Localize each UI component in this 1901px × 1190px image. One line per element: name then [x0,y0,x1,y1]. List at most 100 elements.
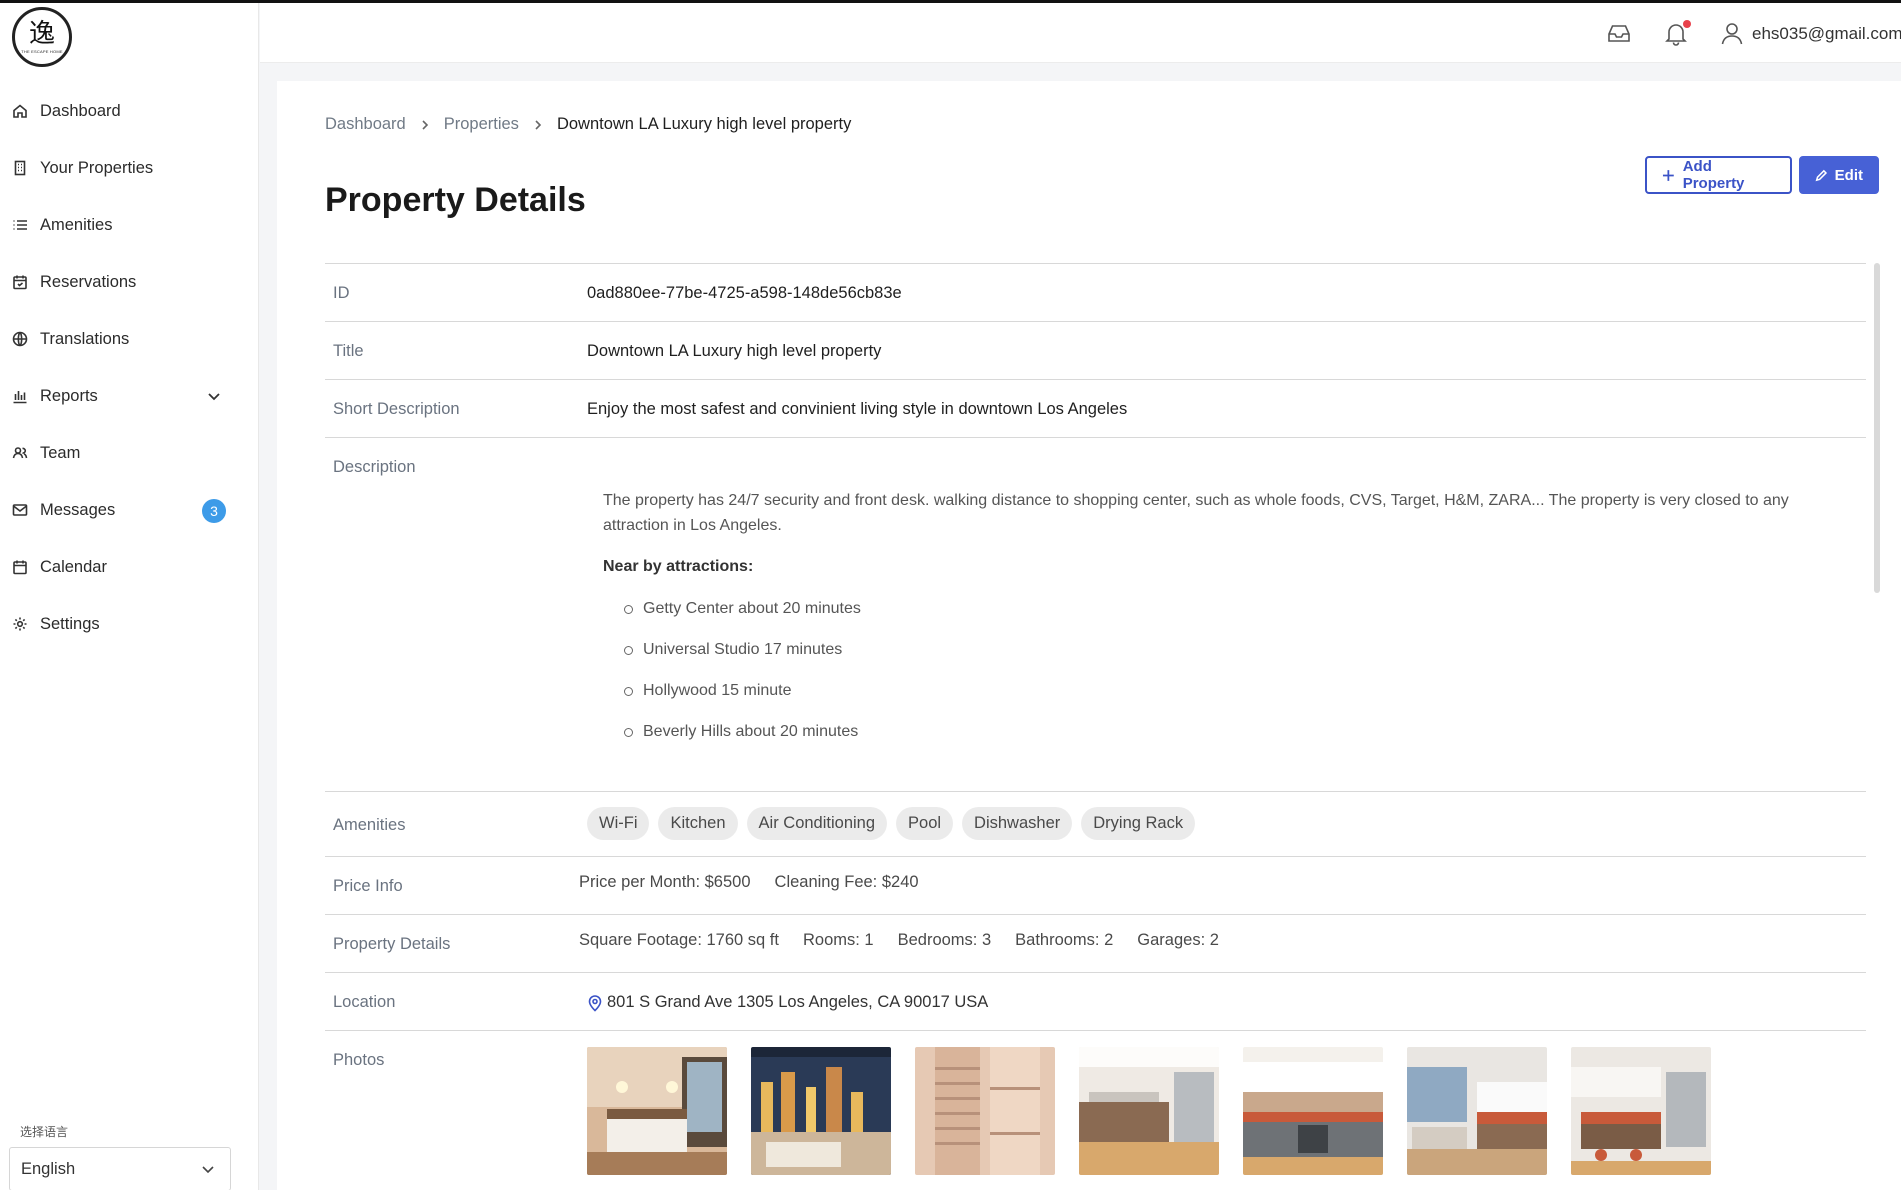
breadcrumb-dashboard[interactable]: Dashboard [325,115,406,134]
location-address: 801 S Grand Ave 1305 Los Angeles, CA 900… [607,993,989,1011]
detail-row-price-info: Price Info Price per Month: $6500 Cleani… [325,857,1866,915]
language-value: English [21,1159,76,1178]
brand-logo[interactable]: 逸 THE ESCAPE HOME [12,7,72,67]
detail-label: Photos [333,1051,385,1069]
pencil-icon [1815,169,1828,181]
price-info-values: Price per Month: $6500 Cleaning Fee: $24… [579,873,943,892]
building-icon [12,160,30,178]
photo-city-view-living-room[interactable] [751,1047,891,1175]
chevron-right-icon [420,119,430,131]
sidebar-item-calendar[interactable]: Calendar [0,539,259,596]
breadcrumb-current: Downtown LA Luxury high level property [556,115,852,133]
photo-kitchen-counter[interactable] [1243,1047,1383,1175]
sidebar-nav: Dashboard Your Properties Amenities Rese… [0,83,259,653]
language-select[interactable]: English [9,1147,231,1190]
nearby-heading: Near by attractions: [603,558,754,575]
inbox-icon[interactable] [1606,20,1634,48]
detail-label: Price Info [333,877,403,895]
detail-row-short-description: Short Description Enjoy the most safest … [325,380,1866,438]
chevron-down-icon [200,1161,216,1177]
square-footage: Square Footage: 1760 sq ft [579,931,779,949]
photo-bedroom[interactable] [587,1047,727,1175]
detail-label: Amenities [333,816,406,834]
user-email[interactable]: ehs035@gmail.com [1752,24,1901,44]
description-body: The property has 24/7 security and front… [603,488,1823,760]
bell-icon[interactable] [1663,20,1691,48]
detail-row-title: Title Downtown LA Luxury high level prop… [325,322,1866,380]
detail-row-description: Description The property has 24/7 securi… [325,438,1866,792]
property-details-card: Dashboard Properties Downtown LA Luxury … [277,81,1901,1190]
photo-kitchen[interactable] [1079,1047,1219,1175]
detail-label: Description [333,458,416,476]
user-icon[interactable] [1719,20,1747,48]
list-item: Beverly Hills about 20 minutes [603,719,1823,760]
photo-gallery [587,1047,1735,1175]
plus-icon [1662,169,1674,181]
breadcrumb-properties[interactable]: Properties [444,115,519,134]
add-property-button[interactable]: Add Property [1645,156,1792,194]
sidebar: 逸 THE ESCAPE HOME Dashboard Your Propert… [0,3,259,1190]
home-icon [12,103,30,121]
sidebar-item-label: Translations [40,330,130,348]
globe-icon [12,331,30,349]
price-per-month: Price per Month: $6500 [579,873,751,891]
photo-closet-shelving[interactable] [915,1047,1055,1175]
sidebar-item-translations[interactable]: Translations [0,311,259,368]
sidebar-item-your-properties[interactable]: Your Properties [0,140,259,197]
cleaning-fee: Cleaning Fee: $240 [774,873,919,891]
calendar-check-icon [12,274,30,292]
unread-count-badge: 3 [202,499,226,523]
detail-row-id: ID 0ad880ee-77be-4725-a598-148de56cb83e [325,264,1866,322]
detail-row-property-details: Property Details Square Footage: 1760 sq… [325,915,1866,973]
amenity-chip: Pool [896,807,954,840]
photo-living-room-kitchen[interactable] [1407,1047,1547,1175]
sidebar-item-amenities[interactable]: Amenities [0,197,259,254]
detail-row-photos: Photos [325,1031,1866,1190]
users-icon [12,445,30,463]
breadcrumb: Dashboard Properties Downtown LA Luxury … [325,115,851,134]
rooms-count: Rooms: 1 [802,931,874,949]
content-scrollbar[interactable] [1874,263,1880,593]
sidebar-item-team[interactable]: Team [0,425,259,482]
edit-button[interactable]: Edit [1799,156,1879,194]
calendar-icon [12,559,30,577]
sidebar-item-reports[interactable]: Reports [0,368,259,425]
detail-row-amenities: Amenities Wi-Fi Kitchen Air Conditioning… [325,792,1866,857]
list-icon [12,217,30,235]
location-value[interactable]: 801 S Grand Ave 1305 Los Angeles, CA 900… [587,993,988,1012]
map-pin-icon [588,994,602,1012]
garages-count: Garages: 2 [1137,931,1219,949]
sidebar-item-label: Calendar [40,558,107,576]
sidebar-item-label: Reports [40,387,98,405]
sidebar-item-messages[interactable]: Messages 3 [0,482,259,539]
property-detail-values: Square Footage: 1760 sq ft Rooms: 1 Bedr… [579,931,1243,950]
list-item: Getty Center about 20 minutes [603,596,1823,637]
nearby-list: Getty Center about 20 minutes Universal … [603,596,1823,760]
amenity-chips: Wi-Fi Kitchen Air Conditioning Pool Dish… [587,807,1204,840]
amenity-chip: Drying Rack [1081,807,1196,840]
photo-kitchen-island[interactable] [1571,1047,1711,1175]
list-item: Universal Studio 17 minutes [603,637,1823,678]
details-table: ID 0ad880ee-77be-4725-a598-148de56cb83e … [325,263,1866,1190]
amenity-chip: Dishwasher [962,807,1073,840]
sidebar-item-dashboard[interactable]: Dashboard [0,83,259,140]
sidebar-item-label: Settings [40,615,100,633]
description-paragraph: The property has 24/7 security and front… [603,492,1789,534]
top-header: ehs035@gmail.com [260,3,1901,63]
add-property-label: Add Property [1682,158,1745,192]
gear-icon [12,616,30,634]
sidebar-item-label: Reservations [40,273,137,291]
language-label: 选择语言 [20,1125,69,1139]
property-title: Downtown LA Luxury high level property [587,342,882,360]
bathrooms-count: Bathrooms: 2 [1015,931,1114,949]
page-title: Property Details [325,181,586,219]
detail-label: Title [333,342,364,360]
sidebar-item-settings[interactable]: Settings [0,596,259,653]
sidebar-item-reservations[interactable]: Reservations [0,254,259,311]
notification-dot [1683,20,1691,28]
amenity-chip: Air Conditioning [746,807,888,840]
detail-row-location: Location 801 S Grand Ave 1305 Los Angele… [325,973,1866,1031]
detail-label: Property Details [333,935,451,953]
chevron-down-icon[interactable] [206,388,224,406]
detail-label: ID [333,284,350,302]
